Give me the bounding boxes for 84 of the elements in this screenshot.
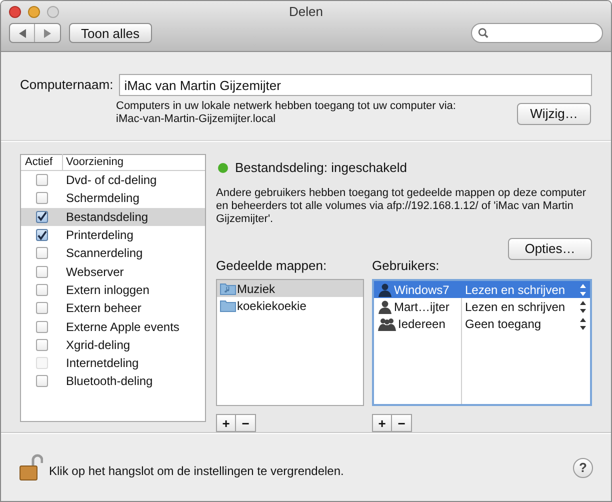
user-row[interactable]: Windows7 Lezen en schrijven <box>374 281 590 298</box>
folder-icon <box>220 299 236 312</box>
service-row[interactable]: Webserver <box>21 262 205 281</box>
access-level: Lezen en schrijven <box>464 298 566 316</box>
service-name: Dvd- of cd-deling <box>65 172 157 190</box>
service-row[interactable]: Printerdeling <box>21 226 205 244</box>
person-icon <box>378 282 392 296</box>
user-row[interactable]: Mart…ijter Lezen en schrijven <box>374 298 590 315</box>
service-row[interactable]: Schermdeling <box>21 189 205 208</box>
unlocked-padlock-icon <box>19 454 43 482</box>
checkbox[interactable] <box>36 174 48 186</box>
user-name: Windows7 <box>394 282 450 298</box>
service-name: Xgrid-deling <box>65 336 130 354</box>
checkbox[interactable] <box>36 210 48 223</box>
stepper-icon[interactable] <box>580 300 586 312</box>
zoom-button[interactable] <box>47 6 59 18</box>
service-name: Bluetooth-deling <box>65 373 153 390</box>
folder-name: koekiekoekie <box>237 298 306 314</box>
stepper-icon[interactable] <box>580 318 586 330</box>
music-folder-icon <box>220 282 236 295</box>
service-name: Schermdeling <box>65 190 140 208</box>
checkbox[interactable] <box>36 266 48 278</box>
options-button[interactable]: Opties… <box>508 238 592 260</box>
checkbox[interactable] <box>36 284 48 296</box>
folder-row[interactable]: Muziek <box>217 280 363 297</box>
status-text: Bestandsdeling: ingeschakeld <box>235 159 408 177</box>
checkmark-icon <box>37 211 47 222</box>
user-name: Mart…ijter <box>394 298 450 316</box>
group-icon <box>378 316 396 330</box>
checkbox[interactable] <box>36 302 48 314</box>
computer-name-label: Computernaam: <box>20 76 114 94</box>
column-header[interactable]: Voorziening <box>63 154 124 171</box>
folder-row[interactable]: koekiekoekie <box>217 297 363 314</box>
shared-folders-label: Gedeelde mappen: <box>216 256 328 275</box>
lock-text: Klik op het hangslot om de instellingen te vergrendelen. <box>49 462 345 480</box>
checkbox[interactable] <box>36 375 48 388</box>
checkbox[interactable] <box>36 320 48 333</box>
window-title: Delen <box>289 3 323 22</box>
service-row[interactable]: Dvd- of cd-deling <box>21 171 205 190</box>
forward-icon <box>44 28 51 38</box>
search-icon <box>478 27 489 39</box>
access-level: Lezen en schrijven <box>464 282 566 298</box>
checkbox[interactable] <box>36 229 48 242</box>
service-name: Bestandsdeling <box>65 208 148 226</box>
person-icon <box>378 300 392 314</box>
network-info-text: Computers in uw lokale netwerk hebben toegang tot uw computer via: <box>116 100 457 113</box>
service-name: Externe Apple events <box>65 318 180 336</box>
minimize-button[interactable] <box>28 6 40 18</box>
remove-button[interactable]: − <box>392 414 412 432</box>
checkbox[interactable] <box>36 338 48 351</box>
service-row[interactable]: Xgrid-deling <box>21 336 205 354</box>
close-button[interactable] <box>9 6 21 18</box>
search-field[interactable] <box>471 23 603 43</box>
service-name: Scannerdeling <box>65 245 143 262</box>
service-row[interactable]: Extern beheer <box>21 299 205 318</box>
column-header[interactable]: Actief <box>21 154 63 171</box>
checkmark-icon <box>37 230 47 241</box>
users-label: Gebruikers: <box>372 256 440 274</box>
service-row[interactable]: Bestandsdeling <box>21 208 205 226</box>
service-name: Internetdeling <box>65 355 139 372</box>
user-row[interactable]: Iedereen Geen toegang <box>374 315 590 332</box>
network-address-text: iMac-van-Martin-Gijzemijter.local <box>116 113 277 126</box>
user-name: Iedereen <box>398 316 446 332</box>
service-row[interactable]: Externe Apple events <box>21 317 205 336</box>
folder-name: Muziek <box>237 280 276 298</box>
computer-name-field[interactable]: iMac van Martin Gijzemijter <box>119 74 592 96</box>
checkbox[interactable] <box>36 247 48 260</box>
service-name: Printerdeling <box>65 227 134 244</box>
service-name: Extern beheer <box>65 300 142 318</box>
checkbox[interactable] <box>36 192 48 204</box>
remove-button[interactable]: − <box>236 414 256 432</box>
back-icon <box>18 28 26 38</box>
service-row[interactable]: Bluetooth-deling <box>21 372 205 391</box>
add-button[interactable]: + <box>372 414 392 432</box>
description-text: Andere gebruikers hebben toegang tot gedeelde mappen op deze computer en beheerders tot alle volumes via afp://192.168.1.12/ of 'iMac van Martin Gijzemijter'. <box>216 186 587 226</box>
edit-button[interactable]: Wijzig… <box>517 103 591 125</box>
add-button[interactable]: + <box>216 414 236 432</box>
service-name: Extern inloggen <box>65 282 150 299</box>
access-level: Geen toegang <box>464 316 542 332</box>
help-button[interactable]: ? <box>573 458 593 478</box>
show-all-button[interactable]: Toon alles <box>69 23 152 43</box>
service-row[interactable]: Scannerdeling <box>21 244 205 262</box>
service-row[interactable]: Extern inloggen <box>21 280 205 300</box>
service-name: Webserver <box>65 264 124 281</box>
